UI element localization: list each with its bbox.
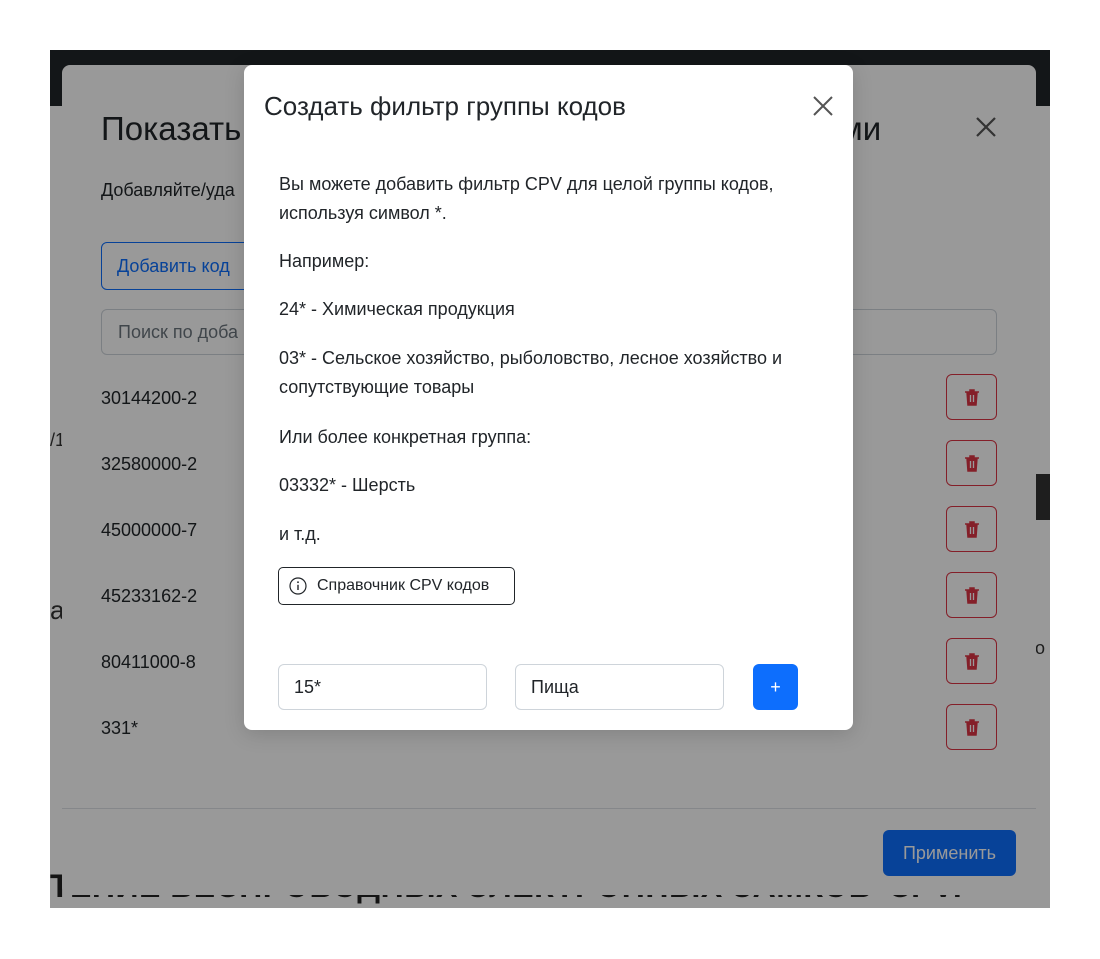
reference-label: Справочник CPV кодов [317, 577, 490, 594]
example-item: 03332* - Шерсть [279, 475, 416, 495]
modal-title: Создать фильтр группы кодов [264, 91, 626, 121]
info-icon [289, 577, 307, 595]
etc-text: и т.д. [279, 524, 321, 544]
intro-text: Вы можете добавить фильтр CPV для целой … [279, 174, 774, 223]
group-name-input[interactable] [515, 664, 724, 710]
group-filter-modal: Создать фильтр группы кодов Вы можете до… [244, 65, 853, 730]
add-filter-button[interactable]: + [753, 664, 798, 710]
example-heading: Например: [279, 251, 370, 271]
example-item: 24* - Химическая продукция [279, 299, 515, 319]
specific-heading: Или более конкретная группа: [279, 427, 532, 447]
cpv-reference-button[interactable]: Справочник CPV кодов [278, 567, 515, 605]
close-icon[interactable] [812, 95, 834, 117]
example-item: 03* - Сельское хозяйство, рыболовство, л… [279, 348, 783, 397]
code-pattern-input[interactable] [278, 664, 487, 710]
